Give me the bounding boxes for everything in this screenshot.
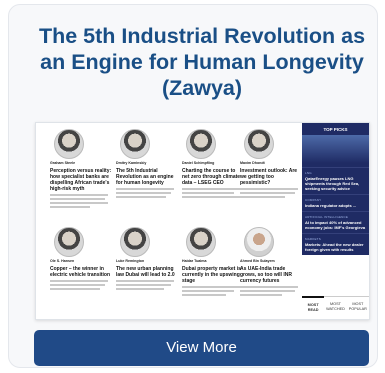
author-photo	[120, 129, 150, 159]
author-name: Luke Remington	[116, 259, 145, 263]
article-tile-7: Haidar Tuaima Dubai property market is c…	[182, 227, 244, 319]
article-excerpt	[116, 280, 178, 290]
author-name: Daniel Schimpfling	[182, 161, 215, 165]
author-name: Ahmed Bin Sulayem	[240, 259, 275, 263]
author-name: Dmitry Kaminskiy	[116, 161, 147, 165]
article-tile-2: Dmitry Kaminskiy The 5th Industrial Revo…	[116, 129, 178, 223]
article-tile-3: Daniel Schimpfling Charting the course t…	[182, 129, 244, 223]
sidebar-item-kicker: LNG	[305, 171, 312, 175]
top-picks-header: TOP PICKS	[302, 123, 369, 167]
sidebar-item-title: Indiana regulator adopts ...	[305, 203, 357, 208]
author-photo	[186, 227, 216, 257]
sidebar-item: ARTIFICIAL INTELLIGENCE AI to impact 40%…	[302, 211, 369, 233]
sidebar-item: MARKETS Markets: Ahead the new dealer fo…	[302, 233, 369, 255]
article-card: The 5th Industrial Revolution as an Engi…	[8, 4, 378, 368]
top-picks-sidebar: TOP PICKS LNG QatarEnergy pauses LNG shi…	[302, 123, 369, 319]
author-name: Maxim Dhondt	[240, 161, 265, 165]
article-headline: Perception versus reality: how specialis…	[50, 168, 112, 192]
top-picks-image	[302, 135, 369, 163]
article-title[interactable]: The 5th Industrial Revolution as an Engi…	[31, 23, 373, 101]
sidebar-item: LNG QatarEnergy pauses LNG shipments thr…	[302, 167, 369, 194]
author-name: Graham Steele	[50, 161, 76, 165]
article-tile-6: Luke Remington The new urban planning la…	[116, 227, 178, 319]
article-tile-5: Ole S. Hansen Copper – the winner in ele…	[50, 227, 112, 319]
article-headline: Investment outlook: Are we getting too p…	[240, 168, 298, 186]
article-headline: The new urban planning law Dubai will le…	[116, 266, 175, 278]
article-excerpt	[182, 286, 244, 296]
article-tile-4: Maxim Dhondt Investment outlook: Are we …	[240, 129, 302, 223]
author-photo	[244, 227, 274, 257]
article-tile-8: Ahmed Bin Sulayem As UAE-India trade gro…	[240, 227, 302, 319]
author-photo	[54, 129, 84, 159]
article-excerpt	[50, 280, 112, 290]
sidebar-item-kicker: MARKETS	[305, 237, 321, 241]
tab-most-read: MOST READ	[302, 296, 325, 319]
sidebar-item-title: AI to impact 40% of advanced economy job…	[305, 220, 366, 230]
view-more-button[interactable]: View More	[34, 330, 369, 366]
author-name: Ole S. Hansen	[50, 259, 75, 263]
tab-most-popular: MOST POPULAR	[348, 302, 367, 311]
sidebar-item-title: Markets: Ahead the new dealer foreign gi…	[305, 242, 364, 252]
author-name: Haidar Tuaima	[182, 259, 207, 263]
preview-screenshot[interactable]: Graham Steele Perception versus reality:…	[35, 122, 370, 320]
article-excerpt	[116, 188, 178, 198]
sidebar-item-kicker: ARTIFICIAL INTELLIGENCE	[305, 215, 349, 219]
sidebar-item-kicker: COMPANY	[305, 198, 322, 202]
article-tile-1: Graham Steele Perception versus reality:…	[50, 129, 112, 223]
sidebar-tabs: MOST READ MOST WATCHED MOST POPULAR	[302, 296, 369, 319]
author-photo	[120, 227, 150, 257]
top-picks-heading: TOP PICKS	[323, 127, 348, 132]
article-headline: Dubai property market is currently in th…	[182, 266, 241, 284]
tab-most-watched: MOST WATCHED	[326, 302, 345, 311]
article-excerpt	[182, 188, 244, 198]
article-headline: Copper – the winner in electric vehicle …	[50, 266, 111, 278]
article-excerpt	[240, 286, 302, 296]
article-headline: The 5th Industrial Revolution as an engi…	[116, 168, 174, 186]
article-headline: Charting the course to net zero through …	[182, 168, 241, 186]
article-headline: As UAE-India trade grows, so too will IN…	[240, 266, 292, 284]
article-excerpt	[50, 194, 112, 208]
author-photo	[186, 129, 216, 159]
sidebar-item: COMPANY Indiana regulator adopts ...	[302, 194, 369, 211]
author-photo	[54, 227, 84, 257]
author-photo	[244, 129, 274, 159]
article-excerpt	[240, 188, 302, 198]
sidebar-item-title: QatarEnergy pauses LNG shipments through…	[305, 176, 360, 191]
